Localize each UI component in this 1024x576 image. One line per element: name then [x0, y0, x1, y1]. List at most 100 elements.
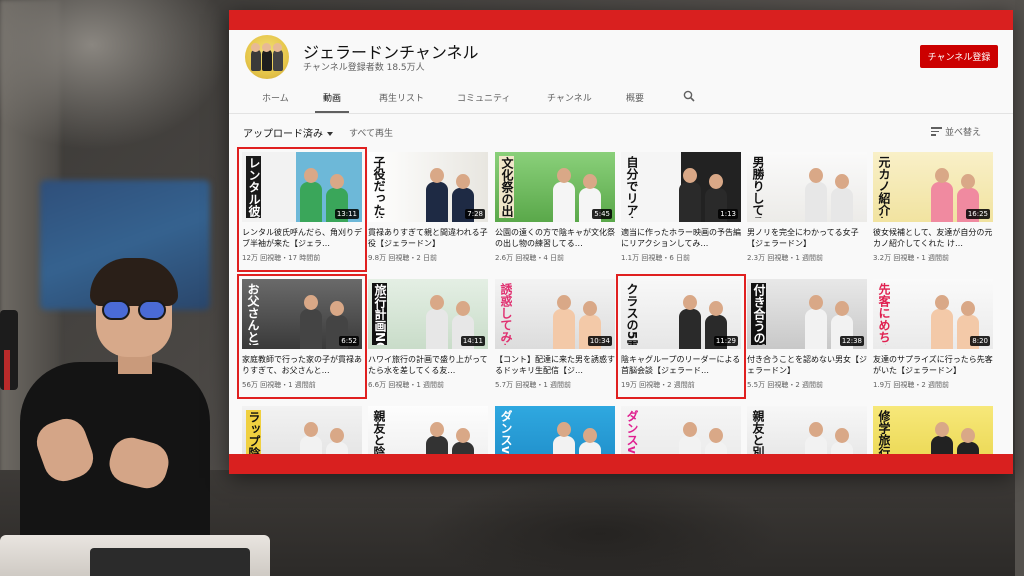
video-card[interactable]: 旅行計画NG多くて盛り上げる友達 14:11 ハワイ旅行の計画で盛り上がってたら水を…: [368, 279, 488, 390]
video-thumbnail[interactable]: 旅行計画NG多くて盛り上げる友達 14:11: [368, 279, 488, 349]
active-tab-indicator: [315, 111, 349, 113]
thumbnail-figure: [805, 309, 827, 349]
channel-avatar[interactable]: [245, 35, 289, 79]
thumbnail-caption: 男勝りしてる女子だった: [751, 156, 764, 218]
highlight-box: [616, 274, 746, 399]
thumbnail-caption: 先客にめちゃ強いやつ: [877, 283, 890, 345]
video-meta: 9.8万 回視聴・2 日前: [368, 254, 438, 262]
video-title[interactable]: 友達のサプライズに行ったら先客がいた【ジェラードン】: [873, 354, 993, 376]
video-thumbnail[interactable]: 文化祭の出し物練習する陰キャ 5:45: [495, 152, 615, 222]
video-thumbnail[interactable]: 自分でリアクションしてみた 1:13: [621, 152, 741, 222]
video-duration: 10:34: [587, 336, 612, 346]
video-meta: 6.6万 回視聴・1 週間前: [368, 381, 445, 389]
video-duration: 5:45: [592, 209, 612, 219]
thumbnail-figure-head: [330, 428, 344, 443]
video-duration: 16:25: [965, 209, 990, 219]
thumbnail-figure-head: [430, 422, 444, 437]
thumbnail-figure: [931, 309, 953, 349]
sort-icon[interactable]: [931, 127, 942, 136]
video-thumbnail[interactable]: 付き合うのが許せない男 12:38: [747, 279, 867, 349]
tab-channels[interactable]: チャンネル: [547, 91, 592, 104]
thumbnail-figure-head: [961, 428, 975, 443]
tab-videos[interactable]: 動画: [323, 91, 341, 104]
channel-tabs: ホーム 動画 再生リスト コミュニティ チャンネル 概要: [229, 82, 1013, 114]
thumbnail-figure-head: [835, 428, 849, 443]
thumbnail-figure: [426, 182, 448, 222]
thumbnail-figure-head: [557, 295, 571, 310]
video-thumbnail[interactable]: 先客にめちゃ強いやつ 8:20: [873, 279, 993, 349]
video-title[interactable]: 付き合うことを認めない男女【ジェラードン】: [747, 354, 867, 376]
thumbnail-figure-head: [683, 422, 697, 437]
subscriber-count: チャンネル登録者数 18.5万人: [303, 63, 425, 73]
video-meta: 5.7万 回視聴・1 週間前: [495, 381, 572, 389]
thumbnail-figure-head: [935, 168, 949, 183]
video-card[interactable]: 元カノ紹介してきた始めた 16:25 彼女候補として、友達が自分の元カノ紹介してくれ…: [873, 152, 993, 263]
video-meta: 1.9万 回視聴・2 週間前: [873, 381, 950, 389]
thumbnail-figure: [426, 309, 448, 349]
thumbnail-figure: [831, 188, 853, 222]
video-title[interactable]: 公園の遠くの方で陰キャが文化祭の出し物の練習してる…: [495, 227, 615, 249]
background-edge: [1015, 0, 1024, 576]
tab-community[interactable]: コミュニティ: [457, 91, 510, 104]
video-title[interactable]: 彼女候補として、友達が自分の元カノ紹介してくれた け…: [873, 227, 993, 249]
video-card[interactable]: 誘惑してみた 10:34 【コント】配達に来た男を誘惑するドッキリ生配信【ジ… 5.7…: [495, 279, 615, 390]
subscribe-button[interactable]: チャンネル登録: [920, 45, 998, 68]
video-meta: 1.1万 回視聴・6 日前: [621, 254, 691, 262]
video-title[interactable]: 【コント】配達に来た男を誘惑するドッキリ生配信【ジ…: [495, 354, 615, 376]
video-thumbnail[interactable]: 男勝りしてる女子だった: [747, 152, 867, 222]
thumbnail-figure: [553, 309, 575, 349]
video-card[interactable]: 自分でリアクションしてみた 1:13 適当に作ったホラー映画の予告編にリアクションし…: [621, 152, 741, 263]
thumbnail-figure-head: [935, 295, 949, 310]
thumbnail-figure-head: [809, 295, 823, 310]
thumbnail-caption: 文化祭の出し物練習する陰キャ: [499, 156, 514, 218]
thumbnail-figure-head: [809, 168, 823, 183]
video-duration: 14:11: [460, 336, 485, 346]
video-card[interactable]: 文化祭の出し物練習する陰キャ 5:45 公園の遠くの方で陰キャが文化祭の出し物の練習…: [495, 152, 615, 263]
highlight-box: [237, 147, 367, 272]
thumbnail-figure-head: [709, 428, 723, 443]
video-title[interactable]: ハワイ旅行の計画で盛り上がってたら水を差してくる友…: [368, 354, 488, 376]
video-thumbnail[interactable]: 元カノ紹介してきた始めた 16:25: [873, 152, 993, 222]
video-title[interactable]: 貫禄ありすぎて親と間違われる子役【ジェラードン】: [368, 227, 488, 249]
presenter-sunglasses: [102, 300, 166, 320]
video-card[interactable]: 子役だった父さんが 7:28 貫禄ありすぎて親と間違われる子役【ジェラードン】 9.8…: [368, 152, 488, 263]
video-meta: 2.3万 回視聴・1 週間前: [747, 254, 824, 262]
laptop: [90, 548, 250, 576]
video-duration: 1:13: [718, 209, 738, 219]
background-light: [0, 0, 230, 150]
thumbnail-figure-head: [583, 428, 597, 443]
uploaded-filter[interactable]: アップロード済み: [243, 125, 333, 140]
video-card[interactable]: 男勝りしてる女子だった男ノリを完全にわかってる女子【ジェラードン】 2.3万 回視…: [747, 152, 867, 263]
thumbnail-figure-head: [430, 295, 444, 310]
thumbnail-figure-head: [961, 301, 975, 316]
thumbnail-figure: [931, 182, 953, 222]
background-chairs: [420, 480, 780, 570]
tab-about[interactable]: 概要: [626, 91, 644, 104]
search-icon[interactable]: [683, 90, 695, 102]
video-title[interactable]: 男ノリを完全にわかってる女子【ジェラードン】: [747, 227, 867, 249]
tab-home[interactable]: ホーム: [262, 91, 289, 104]
thumbnail-figure-head: [809, 422, 823, 437]
thumbnail-figure-head: [304, 422, 318, 437]
video-thumbnail[interactable]: 子役だった父さんが 7:28: [368, 152, 488, 222]
thumbnail-figure-head: [456, 428, 470, 443]
tab-playlists[interactable]: 再生リスト: [379, 91, 424, 104]
thumbnail-figure-head: [709, 174, 723, 189]
video-thumbnail[interactable]: 誘惑してみた 10:34: [495, 279, 615, 349]
highlight-box: [237, 274, 367, 399]
youtube-channel-page: ジェラードンチャンネル チャンネル登録者数 18.5万人 チャンネル登録 ホーム…: [229, 10, 1013, 474]
thumbnail-figure-head: [456, 174, 470, 189]
thumbnail-figure-head: [583, 301, 597, 316]
uploaded-filter-label: アップロード済み: [243, 129, 323, 140]
thumbnail-figure-head: [835, 174, 849, 189]
thumbnail-figure-head: [683, 168, 697, 183]
thumbnail-caption: 付き合うのが許せない男: [751, 283, 766, 345]
thumbnail-figure-head: [557, 168, 571, 183]
top-red-bar: [229, 10, 1013, 30]
video-card[interactable]: 付き合うのが許せない男 12:38 付き合うことを認めない男女【ジェラードン】 5.5…: [747, 279, 867, 390]
video-card[interactable]: 先客にめちゃ強いやつ 8:20 友達のサプライズに行ったら先客がいた【ジェラードン】…: [873, 279, 993, 390]
video-title[interactable]: 適当に作ったホラー映画の予告編にリアクションしてみ…: [621, 227, 741, 249]
sort-button[interactable]: 並べ替え: [945, 125, 981, 138]
play-all-link[interactable]: すべて再生: [349, 126, 393, 139]
thumbnail-figure-head: [835, 301, 849, 316]
